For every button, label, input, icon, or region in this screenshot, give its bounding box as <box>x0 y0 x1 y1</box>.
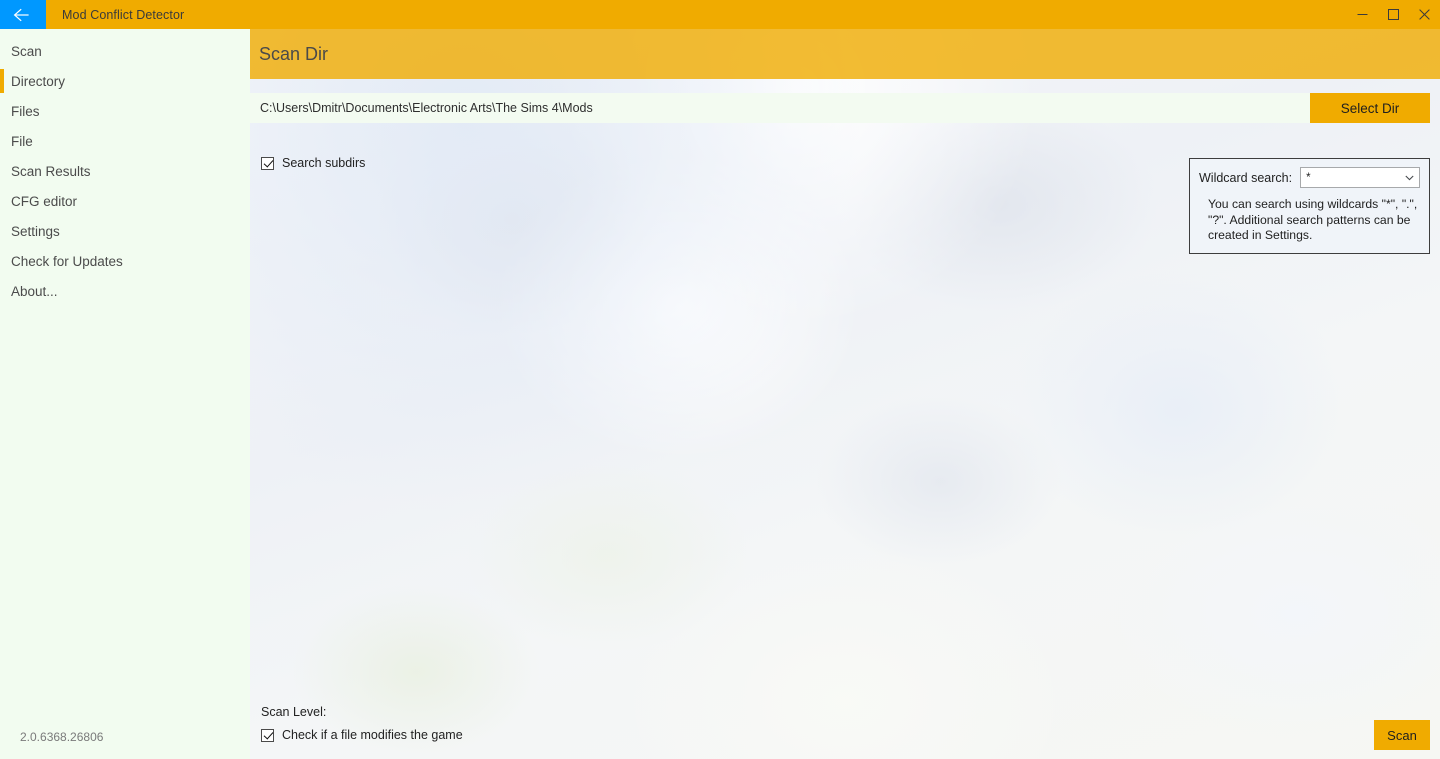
wildcard-search-panel: Wildcard search: * You can search using … <box>1189 158 1430 254</box>
sidebar-item-settings[interactable]: Settings <box>0 216 250 246</box>
minimize-icon <box>1357 9 1368 20</box>
sidebar-item-label: Files <box>11 103 40 119</box>
window-controls <box>1347 0 1440 29</box>
maximize-button[interactable] <box>1378 0 1409 29</box>
wildcard-selected-value: * <box>1306 171 1311 184</box>
sidebar-item-label: File <box>11 133 33 149</box>
page-title: Scan Dir <box>259 43 329 64</box>
sidebar-item-check-for-updates[interactable]: Check for Updates <box>0 246 250 276</box>
sidebar-item-label: Scan <box>11 43 42 59</box>
scan-level-section: Scan Level: Check if a file modifies the… <box>261 705 781 742</box>
title-bar: Mod Conflict Detector <box>0 0 1440 29</box>
version-label: 2.0.6368.26806 <box>20 730 104 744</box>
wildcard-search-row: Wildcard search: * <box>1199 167 1420 188</box>
page-content: C:\Users\Dmitr\Documents\Electronic Arts… <box>250 79 1440 759</box>
sidebar-nav: Scan Directory Files File Scan Results C… <box>0 29 250 306</box>
sidebar-item-scan[interactable]: Scan <box>0 36 250 66</box>
sidebar-item-directory[interactable]: Directory <box>0 66 250 96</box>
check-file-modifies-game-label: Check if a file modifies the game <box>282 728 463 742</box>
page-header: Scan Dir <box>250 29 1440 79</box>
sidebar: Scan Directory Files File Scan Results C… <box>0 29 250 759</box>
sidebar-item-label: Settings <box>11 223 60 239</box>
chevron-down-icon <box>1405 175 1414 181</box>
sidebar-item-label: Check for Updates <box>11 253 123 269</box>
check-file-modifies-game-checkbox[interactable]: Check if a file modifies the game <box>261 728 781 742</box>
sidebar-item-scan-results[interactable]: Scan Results <box>0 156 250 186</box>
app-window: Mod Conflict Detector Scan Directory Fil… <box>0 0 1440 759</box>
sidebar-item-cfg-editor[interactable]: CFG editor <box>0 186 250 216</box>
wildcard-search-label: Wildcard search: <box>1199 170 1293 185</box>
sidebar-item-label: Scan Results <box>11 163 91 179</box>
sidebar-item-label: Directory <box>11 73 66 89</box>
directory-path-input[interactable]: C:\Users\Dmitr\Documents\Electronic Arts… <box>250 93 1310 123</box>
directory-path-row: C:\Users\Dmitr\Documents\Electronic Arts… <box>250 93 1440 123</box>
main-panel: Scan Dir C:\Users\Dmitr\Documents\Electr… <box>250 29 1440 759</box>
scan-level-label: Scan Level: <box>261 705 327 719</box>
scan-button[interactable]: Scan <box>1374 720 1430 750</box>
maximize-icon <box>1388 9 1399 20</box>
sidebar-item-about[interactable]: About... <box>0 276 250 306</box>
back-arrow-icon <box>13 8 33 22</box>
search-subdirs-checkbox[interactable]: Search subdirs <box>261 156 365 170</box>
close-icon <box>1419 9 1430 20</box>
wildcard-hint-text: You can search using wildcards "*", ".",… <box>1208 197 1418 242</box>
sidebar-item-files[interactable]: Files <box>0 96 250 126</box>
sidebar-item-file[interactable]: File <box>0 126 250 156</box>
select-dir-button[interactable]: Select Dir <box>1310 93 1430 123</box>
checkbox-check-icon <box>261 728 274 742</box>
back-button[interactable] <box>0 0 46 29</box>
sidebar-item-label: About... <box>11 283 58 299</box>
window-title: Mod Conflict Detector <box>62 7 185 22</box>
search-subdirs-label: Search subdirs <box>282 156 366 170</box>
close-button[interactable] <box>1409 0 1440 29</box>
wildcard-search-select[interactable]: * <box>1300 167 1420 188</box>
checkbox-check-icon <box>261 156 274 170</box>
sidebar-item-label: CFG editor <box>11 193 78 209</box>
minimize-button[interactable] <box>1347 0 1378 29</box>
